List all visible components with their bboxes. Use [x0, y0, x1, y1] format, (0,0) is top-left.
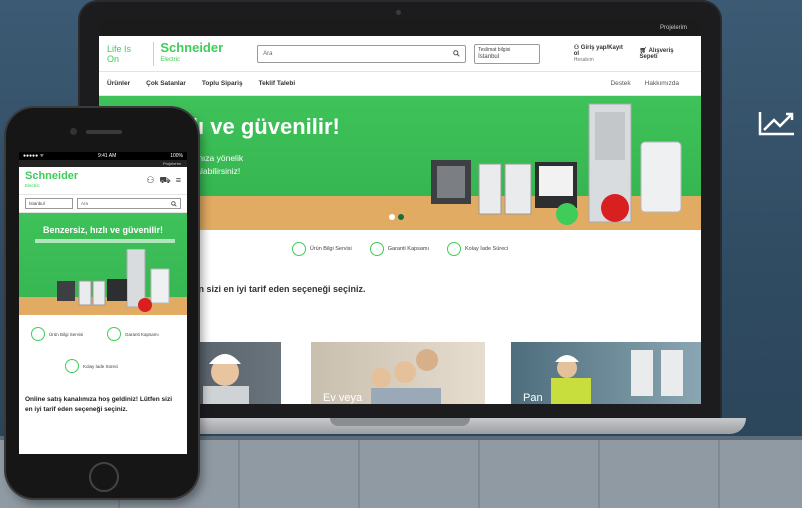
- nav-item-bestsellers[interactable]: Çok Satanlar: [146, 80, 186, 87]
- schneider-logo[interactable]: Schneider Electric: [25, 169, 79, 191]
- laptop-topbar: Projelerim: [99, 20, 701, 36]
- location-selector[interactable]: Teslimat bilgisi İstanbul: [474, 43, 540, 64]
- lifeison-logo: Life Is On: [107, 43, 132, 64]
- phone-camera: [70, 128, 77, 135]
- phone-hero-banner[interactable]: Benzersiz, hızlı ve güvenilir!: [19, 213, 187, 315]
- projects-link[interactable]: Projelerim: [660, 25, 687, 31]
- laptop-notch: [330, 418, 470, 426]
- projects-link[interactable]: Projelerim: [163, 161, 181, 166]
- main-nav: Ürünler Çok Satanlar Toplu Sipariş Tekli…: [99, 72, 701, 96]
- location-selector[interactable]: İstanbul: [25, 198, 73, 209]
- search-icon[interactable]: [171, 200, 177, 207]
- segment-card-home[interactable]: Ev veya: [311, 342, 485, 404]
- search-icon[interactable]: [453, 50, 460, 57]
- product-image: [431, 103, 682, 225]
- phone-screen: ●●●●● ᯤ 9:41 AM 100% Projelerim Schneide…: [19, 152, 187, 454]
- location-small: Teslimat bilgisi: [478, 46, 511, 53]
- search-placeholder: Ara: [81, 201, 89, 206]
- login-sub: Hesabım: [573, 57, 594, 63]
- hero-title: Benzersiz, hızlı ve güvenilir!: [42, 225, 164, 235]
- location-city: İstanbul: [478, 53, 500, 60]
- service-returns[interactable]: Kolay İade Süreci: [447, 242, 508, 256]
- warranty-icon: [369, 242, 384, 256]
- cart-button[interactable]: 🛒︎ Alışveriş Sepeti: [640, 47, 693, 60]
- service-warranty[interactable]: Garanti Kapsamı: [369, 242, 430, 256]
- phone-header-icons: ⚇ ⛟ ≡: [146, 175, 181, 187]
- carrier-signal: ●●●●● ᯤ: [23, 153, 45, 159]
- laptop-header: Life Is On Schneider Electric Ara Teslim…: [99, 36, 701, 72]
- nav-item-products[interactable]: Ürünler: [107, 80, 130, 87]
- service-product-info[interactable]: Ürün Bilgi Servisi: [291, 242, 352, 256]
- phone-topbar: Projelerim: [19, 160, 187, 167]
- login-label: Giriş yap/Kayıt ol: [573, 45, 623, 57]
- product-image: [57, 249, 170, 312]
- warranty-icon: [107, 327, 121, 341]
- service-returns[interactable]: Kolay İade Süreci: [65, 359, 118, 373]
- search-input[interactable]: Ara: [77, 198, 181, 209]
- nav-item-bulk-order[interactable]: Toplu Sipariş: [202, 80, 243, 87]
- returns-icon: [65, 359, 79, 373]
- nav-item-quote-request[interactable]: Teklif Talebi: [259, 80, 296, 87]
- battery-status: 100%: [170, 153, 183, 159]
- service-product-info[interactable]: Ürün Bilgi Servisi: [31, 327, 91, 341]
- brand-name: Schneider: [160, 39, 224, 55]
- carousel-dots[interactable]: [389, 207, 407, 225]
- search-placeholder: Ara: [263, 50, 273, 57]
- schneider-logo[interactable]: Schneider Electric: [153, 39, 224, 66]
- status-time: 9:41 AM: [97, 153, 117, 159]
- user-icon[interactable]: ⚇: [146, 175, 154, 187]
- menu-icon[interactable]: ≡: [176, 175, 181, 187]
- carousel-dot[interactable]: [389, 214, 395, 220]
- phone-service-strip: Ürün Bilgi Servisi Garanti Kapsamı Kolay…: [19, 315, 187, 385]
- info-icon: [291, 242, 306, 256]
- login-button[interactable]: ⚇ Giriş yap/Kayıt ol Hesabım: [574, 44, 630, 63]
- hero-subtitle-placeholder: [35, 239, 175, 243]
- nav-item-support[interactable]: Destek: [610, 80, 630, 87]
- nav-item-about[interactable]: Hakkımızda: [645, 80, 679, 87]
- brand-sub: Electric: [160, 56, 180, 63]
- phone-search-row: İstanbul Ara: [19, 195, 187, 213]
- service-label: Kolay İade Süreci: [83, 363, 119, 369]
- returns-icon: [447, 242, 462, 256]
- carousel-dot-active[interactable]: [398, 214, 404, 220]
- trend-up-icon: [758, 112, 794, 136]
- phone-status-bar: ●●●●● ᯤ 9:41 AM 100%: [19, 152, 187, 160]
- phone-home-button[interactable]: [89, 462, 119, 492]
- brand-name: Schneider: [25, 169, 79, 182]
- segment-card-home-label: Ev veya: [323, 392, 363, 404]
- service-warranty[interactable]: Garanti Kapsamı: [107, 327, 167, 341]
- info-icon: [31, 327, 45, 341]
- location-city: İstanbul: [29, 201, 45, 206]
- welcome-heading: Online satış kanalımıza hoş geldiniz! Lü…: [25, 396, 172, 413]
- phone-header: Schneider Electric ⚇ ⛟ ≡: [19, 167, 187, 195]
- laptop-camera: [396, 10, 401, 15]
- search-input[interactable]: Ara: [257, 44, 467, 63]
- service-label: Garanti Kapsamı: [125, 331, 159, 337]
- phone-speaker: [86, 130, 122, 134]
- service-label: Garanti Kapsamı: [387, 246, 430, 252]
- service-label: Kolay İade Süreci: [465, 246, 509, 252]
- brand-sub: Electric: [25, 182, 40, 188]
- segment-card-panel[interactable]: Pan: [511, 342, 701, 404]
- segment-card-panel-label: Pan: [523, 392, 543, 404]
- cart-icon[interactable]: ⛟: [159, 175, 170, 187]
- service-label: Ürün Bilgi Servisi: [49, 331, 84, 337]
- service-label: Ürün Bilgi Servisi: [309, 246, 352, 252]
